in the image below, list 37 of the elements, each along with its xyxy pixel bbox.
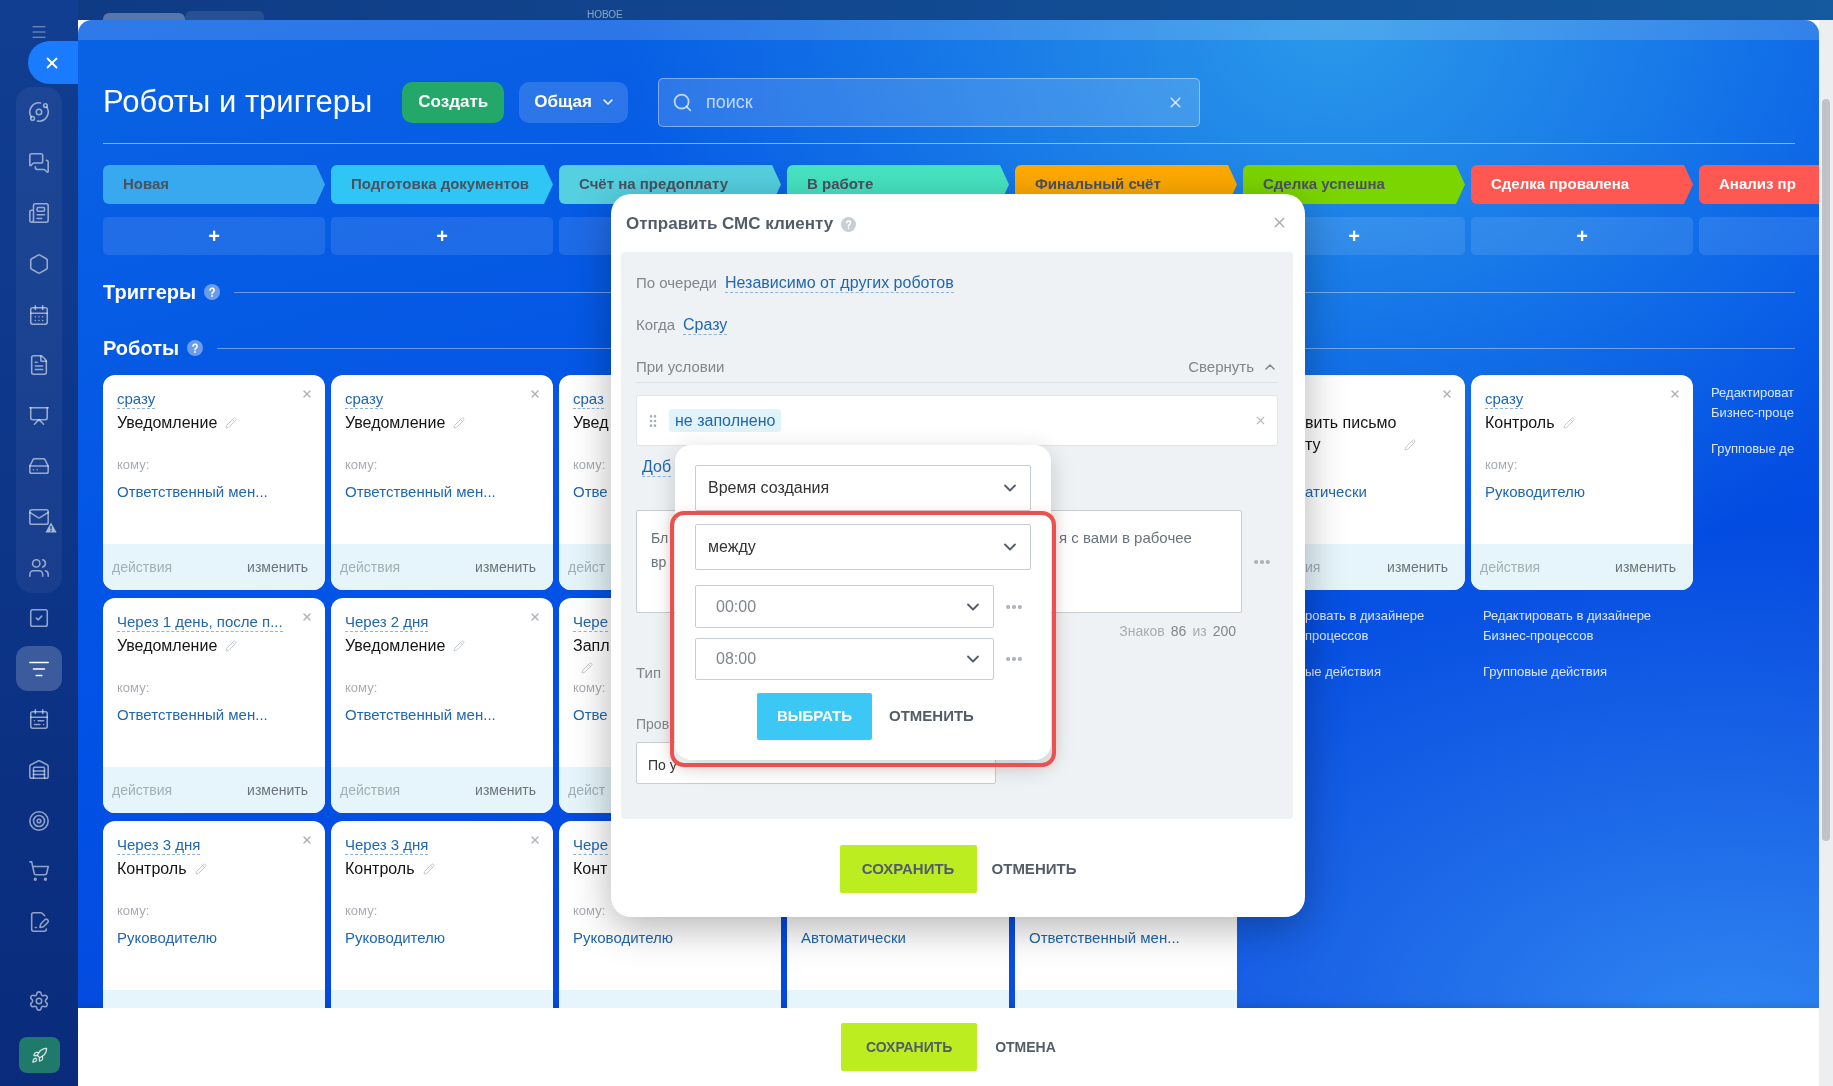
message-text: Бл вр <box>651 529 669 572</box>
dialog-title: Отправить СМС клиенту <box>626 213 834 236</box>
robot-name: Уведомление <box>117 413 218 433</box>
recipient-label: кому: <box>117 679 150 698</box>
robot-name: Уведомление <box>345 636 446 656</box>
counter-label: из <box>1192 621 1207 641</box>
counter-value: 86 <box>1170 621 1187 641</box>
robot-name: Уведомление <box>345 413 446 433</box>
recipient-label: кому: <box>573 902 606 921</box>
section-title: Триггеры <box>103 280 197 305</box>
page-title: Роботы и триггеры <box>103 83 373 121</box>
robot-name: вить письмо ту <box>1305 413 1397 455</box>
field-label: По очереди <box>636 272 717 293</box>
counter-value: 200 <box>1212 621 1236 641</box>
field-label: Тип <box>636 662 661 683</box>
new-label: НОВОЕ <box>587 9 623 21</box>
robot-name: Контроль <box>117 859 187 879</box>
recipient-label: кому: <box>345 679 378 698</box>
recipient-label: кому: <box>1485 456 1518 475</box>
message-text: я с вами в рабочее <box>1059 528 1192 548</box>
field-label: Когда <box>636 314 675 335</box>
robot-name: Увед <box>573 413 609 433</box>
recipient-label: кому: <box>117 456 150 475</box>
counter-label: Знаков <box>1119 621 1165 641</box>
recipient-label: кому: <box>573 456 606 475</box>
robot-name: Уведомление <box>117 636 218 656</box>
recipient-label: кому: <box>117 902 150 921</box>
section-title: Роботы <box>103 336 179 361</box>
robot-name: Контроль <box>1485 413 1555 433</box>
recipient-label: кому: <box>345 456 378 475</box>
robot-name: Конт <box>573 859 608 879</box>
robot-name: Контроль <box>345 859 415 879</box>
robot-name: Запл <box>573 636 610 656</box>
field-label: Пров <box>636 714 670 734</box>
recipient-label: кому: <box>573 679 606 698</box>
recipient-label: кому: <box>345 902 378 921</box>
section-label: При условии <box>636 356 725 377</box>
